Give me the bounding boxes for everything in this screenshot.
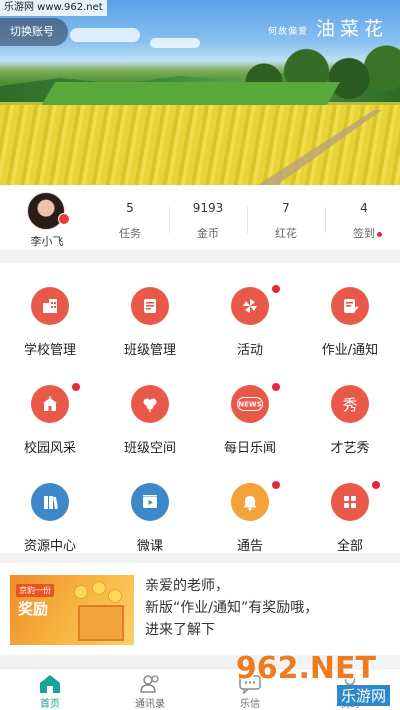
watermark-logo: 962.NET <box>235 651 376 686</box>
grid-item-class-management[interactable]: 班级管理 <box>100 263 200 358</box>
cloud <box>70 28 140 42</box>
coin-icon <box>92 581 106 595</box>
stat-flowers[interactable]: 7 红花 <box>247 201 325 241</box>
gift-box-icon <box>78 605 124 641</box>
tab-home[interactable]: 首页 <box>0 669 100 710</box>
notice-card[interactable]: 京豹一份 奖励 亲爱的老师， 新版“作业/通知”有奖励哦， 进来了解下 <box>0 563 400 655</box>
grid-item-school-management[interactable]: 学校管理 <box>0 263 100 358</box>
watermark-top: 乐游网 www.962.net <box>0 0 107 16</box>
books-icon <box>31 483 69 521</box>
reward-banner-image: 京豹一份 奖励 <box>10 575 134 645</box>
stat-value: 4 <box>360 201 368 215</box>
reward-badge: 京豹一份 <box>16 584 54 597</box>
grid-item-talent-show[interactable]: 秀 才艺秀 <box>300 361 400 456</box>
news-icon: NEWS <box>231 385 269 423</box>
homework-icon <box>331 287 369 325</box>
stat-value: 7 <box>282 201 290 215</box>
grid-item-homework-notice[interactable]: 作业/通知 <box>300 263 400 358</box>
grid-label: 班级管理 <box>123 343 176 358</box>
class-icon <box>131 287 169 325</box>
school-icon <box>31 287 69 325</box>
notification-dot <box>272 383 280 391</box>
grid-label: 学校管理 <box>23 343 76 358</box>
rapeseed-field <box>0 105 400 185</box>
coin-icon <box>108 589 122 603</box>
apps-icon <box>331 483 369 521</box>
svg-text:NEWS: NEWS <box>238 401 261 409</box>
notification-dot <box>372 481 380 489</box>
grid-label: 班级空间 <box>123 441 176 456</box>
stat-value: 9193 <box>192 201 224 215</box>
stat-label: 红花 <box>275 227 297 240</box>
stat-label: 任务 <box>119 227 141 240</box>
tab-label: 首页 <box>40 699 60 710</box>
checkin-dot <box>377 232 382 237</box>
tab-label: 通讯录 <box>135 699 165 710</box>
notice-text: 亲爱的老师， 新版“作业/通知”有奖励哦， 进来了解下 <box>145 575 393 641</box>
grid-item-campus-style[interactable]: 校园风采 <box>0 361 100 456</box>
notice-line: 亲爱的老师， <box>145 578 229 594</box>
vip-badge-icon <box>58 213 70 225</box>
grid-label: 活动 <box>236 343 263 358</box>
talent-icon: 秀 <box>331 385 369 423</box>
grid-item-class-space[interactable]: 班级空间 <box>100 361 200 456</box>
notice-line: 进来了解下 <box>145 622 215 638</box>
bell-icon <box>231 483 269 521</box>
grid-item-daily-news[interactable]: NEWS 每日乐闻 <box>200 361 300 456</box>
notification-dot <box>72 383 80 391</box>
grid-item-all[interactable]: 全部 <box>300 459 400 554</box>
grid-item-announcement[interactable]: 通告 <box>200 459 300 554</box>
notification-dot <box>272 285 280 293</box>
grid-label: 作业/通知 <box>321 343 379 358</box>
tab-contacts[interactable]: 通讯录 <box>100 669 200 710</box>
video-icon <box>131 483 169 521</box>
switch-account-button[interactable]: 切换账号 <box>0 18 68 46</box>
notification-dot <box>272 481 280 489</box>
grid-item-micro-course[interactable]: 微课 <box>100 459 200 554</box>
grid-item-activity[interactable]: 活动 <box>200 263 300 358</box>
stat-tasks[interactable]: 5 任务 <box>91 201 169 241</box>
grid-item-resource-center[interactable]: 资源中心 <box>0 459 100 554</box>
grid-label: 才艺秀 <box>330 441 370 456</box>
stat-label: 签到 <box>353 227 375 240</box>
grid-label: 校园风采 <box>23 441 76 456</box>
feature-grid: 学校管理 班级管理 活动 作业/通知 校园风采 班级空间 NEWS 每日乐闻 秀… <box>0 263 400 554</box>
home-icon <box>40 675 60 693</box>
grid-label: 全部 <box>336 539 363 554</box>
coin-icon <box>74 585 88 599</box>
grid-label: 微课 <box>136 539 163 554</box>
avatar[interactable] <box>27 192 65 230</box>
stat-checkin[interactable]: 4 签到 <box>325 201 400 241</box>
stat-coins[interactable]: 9193 金币 <box>169 201 247 241</box>
campus-icon <box>31 385 69 423</box>
hero-subtitle: 何故偏爱 <box>267 27 308 37</box>
stat-label: 金币 <box>197 227 219 240</box>
reward-title: 奖励 <box>18 600 49 618</box>
clover-icon <box>131 385 169 423</box>
hero-title: 油菜花 <box>315 18 388 40</box>
contacts-icon <box>140 675 159 693</box>
stat-value: 5 <box>126 201 134 215</box>
profile-bar: 李小飞 5 任务 9193 金币 7 红花 4 签到 <box>0 185 400 250</box>
grid-label: 资源中心 <box>23 539 76 554</box>
cloud <box>150 38 200 48</box>
grid-label: 通告 <box>236 539 263 554</box>
grid-label: 每日乐闻 <box>223 441 276 456</box>
pinwheel-icon <box>231 287 269 325</box>
username: 李小飞 <box>30 235 64 248</box>
notice-line: 新版“作业/通知”有奖励哦， <box>145 600 319 616</box>
watermark-sub: 乐游网 <box>336 685 390 706</box>
